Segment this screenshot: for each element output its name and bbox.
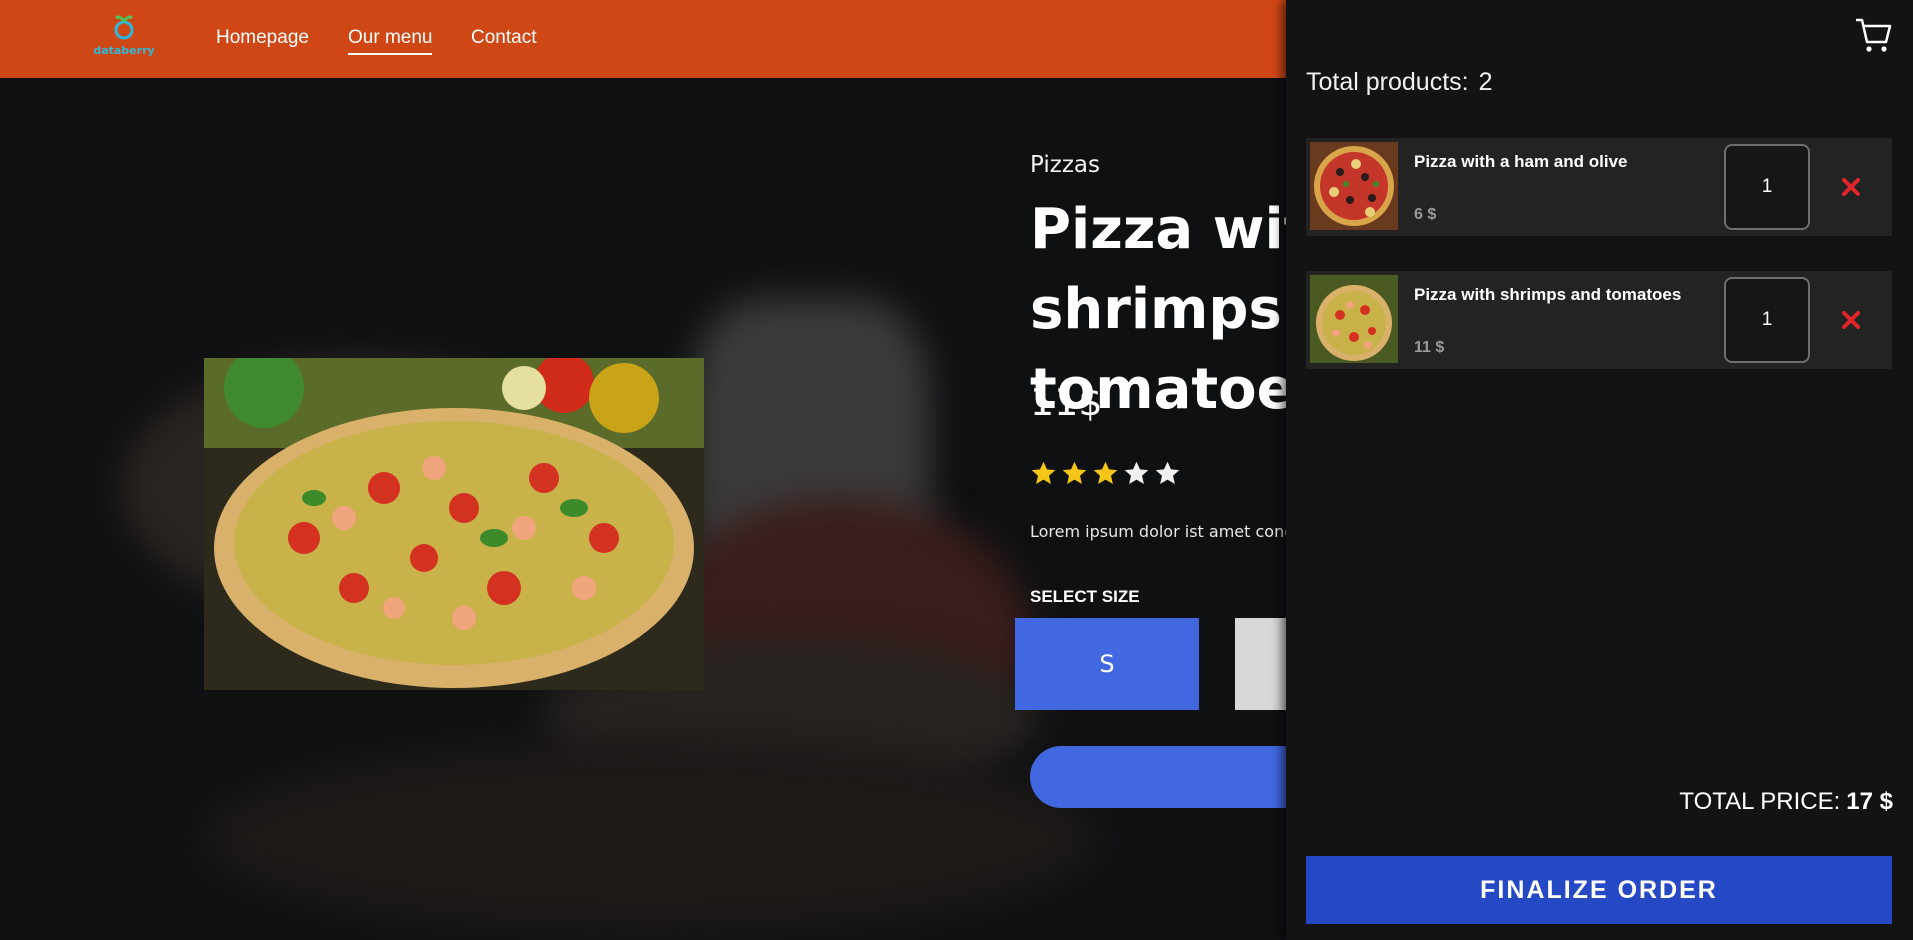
product-description: Lorem ipsum dolor ist amet conc: [1030, 522, 1294, 541]
star-icon[interactable]: [1092, 460, 1119, 487]
star-icon[interactable]: [1061, 460, 1088, 487]
star-icon[interactable]: [1154, 460, 1181, 487]
quantity-input[interactable]: 1: [1724, 277, 1810, 363]
cart-panel: Total products: 2 Pizza with a ham and ol…: [1286, 0, 1913, 940]
select-size-label: SELECT SIZE: [1030, 587, 1140, 606]
logo-icon: [114, 15, 134, 40]
cart-item-price: 11 $: [1414, 339, 1445, 356]
size-s-button[interactable]: S: [1015, 618, 1199, 710]
total-products-label: Total products:: [1306, 68, 1469, 96]
total-price: TOTAL PRICE: 17 $: [1679, 788, 1893, 816]
cart-item-name: Pizza with a ham and olive: [1414, 152, 1628, 171]
cart-item: Pizza with a ham and olive 6 $ 1: [1306, 138, 1892, 236]
close-icon[interactable]: [1838, 174, 1864, 200]
cart-item: Pizza with shrimps and tomatoes 11 $ 1: [1306, 271, 1892, 369]
total-products-count: 2: [1478, 68, 1493, 96]
product-category: Pizzas: [1030, 152, 1100, 178]
total-price-label: TOTAL PRICE:: [1679, 788, 1841, 815]
quantity-input[interactable]: 1: [1724, 144, 1810, 230]
star-icon[interactable]: [1123, 460, 1150, 487]
product-price: 11$: [1030, 380, 1103, 424]
rating-stars[interactable]: [1030, 460, 1181, 487]
nav-contact[interactable]: Contact: [471, 27, 536, 49]
product-image: [204, 358, 704, 690]
total-products: Total products: 2: [1306, 68, 1493, 97]
star-icon[interactable]: [1030, 460, 1057, 487]
cart-item-price: 6 $: [1414, 206, 1437, 223]
total-price-value: 17 $: [1846, 788, 1893, 815]
nav-homepage[interactable]: Homepage: [216, 27, 309, 49]
nav-our-menu[interactable]: Our menu: [348, 27, 433, 55]
logo-text: databerry: [93, 44, 155, 57]
page: databerry Homepage Our menu Contact Pizz…: [0, 0, 1913, 940]
logo[interactable]: databerry: [88, 14, 160, 60]
close-icon[interactable]: [1838, 307, 1864, 333]
cart-item-image: [1310, 275, 1398, 363]
cart-item-name: Pizza with shrimps and tomatoes: [1414, 285, 1682, 304]
finalize-order-button[interactable]: FINALIZE ORDER: [1306, 856, 1892, 924]
cart-item-image: [1310, 142, 1398, 230]
cart-icon[interactable]: [1854, 16, 1892, 54]
add-to-cart-button[interactable]: [1030, 746, 1330, 808]
